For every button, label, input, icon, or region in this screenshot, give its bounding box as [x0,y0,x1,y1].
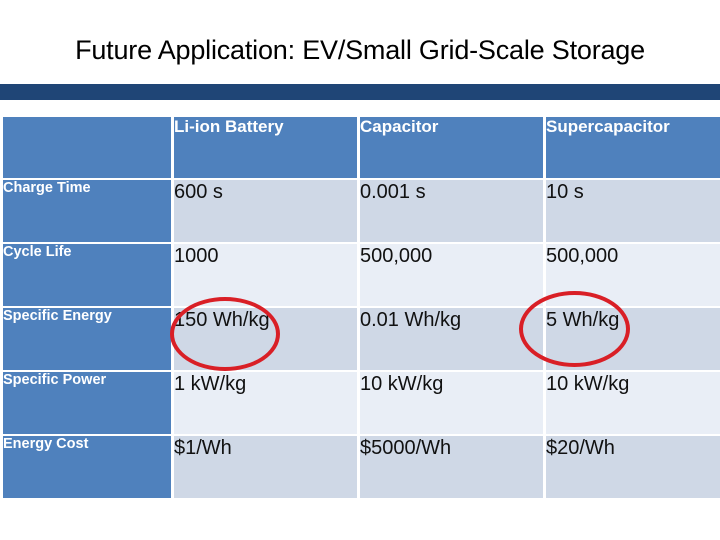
cell-cycle-life-supercapacitor: 500,000 [546,244,720,306]
cell-specific-energy-capacitor: 0.01 Wh/kg [360,308,543,370]
cell-specific-energy-li-ion-battery: 150 Wh/kg [174,308,357,370]
table-corner-cell [3,117,171,178]
comparison-table: Li-ion Battery Capacitor Supercapacitor … [0,115,720,500]
cell-energy-cost-li-ion-battery: $1/Wh [174,436,357,498]
column-header-supercapacitor: Supercapacitor [546,117,720,178]
table-row: Charge Time 600 s 0.001 s 10 s [3,180,720,242]
cell-cycle-life-capacitor: 500,000 [360,244,543,306]
slide-canvas: Future Application: EV/Small Grid-Scale … [0,0,720,540]
table-row: Cycle Life 1000 500,000 500,000 [3,244,720,306]
column-header-capacitor: Capacitor [360,117,543,178]
row-label-energy-cost: Energy Cost [3,436,171,498]
page-title: Future Application: EV/Small Grid-Scale … [75,35,645,65]
cell-specific-power-li-ion-battery: 1 kW/kg [174,372,357,434]
cell-specific-power-capacitor: 10 kW/kg [360,372,543,434]
cell-specific-energy-supercapacitor: 5 Wh/kg [546,308,720,370]
column-header-li-ion-battery: Li-ion Battery [174,117,357,178]
table-row: Specific Power 1 kW/kg 10 kW/kg 10 kW/kg [3,372,720,434]
cell-energy-cost-capacitor: $5000/Wh [360,436,543,498]
table-row: Specific Energy 150 Wh/kg 0.01 Wh/kg 5 W… [3,308,720,370]
title-accent-bar [0,84,720,100]
cell-charge-time-supercapacitor: 10 s [546,180,720,242]
cell-cycle-life-li-ion-battery: 1000 [174,244,357,306]
table-header-row: Li-ion Battery Capacitor Supercapacitor [3,117,720,178]
row-label-cycle-life: Cycle Life [3,244,171,306]
cell-energy-cost-supercapacitor: $20/Wh [546,436,720,498]
cell-specific-power-supercapacitor: 10 kW/kg [546,372,720,434]
table-row: Energy Cost $1/Wh $5000/Wh $20/Wh [3,436,720,498]
cell-charge-time-capacitor: 0.001 s [360,180,543,242]
row-label-charge-time: Charge Time [3,180,171,242]
row-label-specific-energy: Specific Energy [3,308,171,370]
row-label-specific-power: Specific Power [3,372,171,434]
cell-charge-time-li-ion-battery: 600 s [174,180,357,242]
